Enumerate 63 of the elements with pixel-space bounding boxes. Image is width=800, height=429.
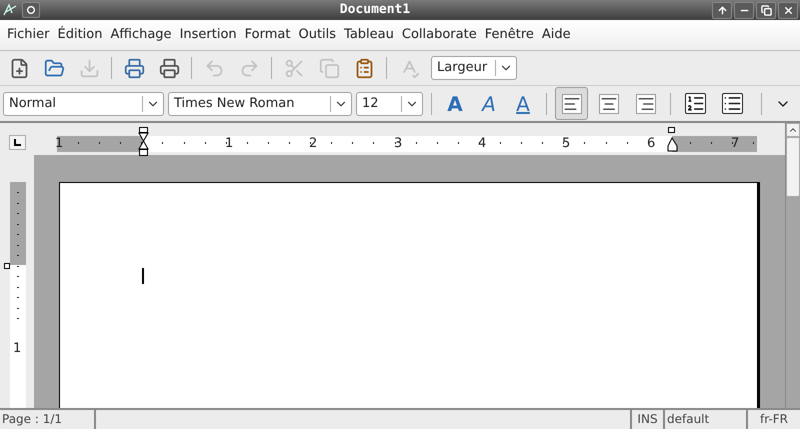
menu-item[interactable]: Affichage [106, 25, 176, 45]
undo-icon [204, 58, 224, 78]
align-center-icon [598, 94, 618, 114]
align-left-button[interactable] [555, 87, 588, 120]
underline-button[interactable]: A [508, 88, 538, 118]
ruler-number: 2 [309, 135, 318, 153]
left-indent-marker[interactable] [138, 127, 149, 156]
ruler-number: 1 [13, 340, 22, 358]
scrollbar-thumb[interactable] [786, 137, 800, 197]
menu-item[interactable]: Format [240, 25, 294, 45]
paragraph-style-dropdown[interactable]: Normal [3, 92, 164, 116]
tab-stop-icon [14, 139, 22, 146]
close-button[interactable] [778, 2, 798, 18]
scroll-up-button[interactable] [786, 123, 800, 137]
ruler-number: 7 [731, 135, 740, 153]
ruler-number: 5 [562, 135, 570, 153]
window-menu-button[interactable] [22, 2, 40, 18]
font-name-dropdown[interactable]: Times New Roman [168, 92, 352, 116]
language[interactable]: fr-FR [748, 410, 800, 429]
tab-stop-button[interactable] [9, 135, 26, 150]
menu-item[interactable]: Outils [294, 25, 340, 45]
printer-icon [158, 58, 180, 78]
ruler-number: 1 [225, 135, 234, 153]
redo-icon [238, 58, 260, 78]
text-cursor [142, 268, 144, 284]
menu-item[interactable]: Insertion [176, 25, 241, 45]
save-icon [78, 58, 100, 78]
numbered-list-icon [685, 93, 706, 114]
insert-mode[interactable]: INS [632, 410, 665, 429]
restore-icon [760, 4, 772, 16]
page-count: Page : 1/1 [0, 410, 96, 429]
italic-button[interactable]: A [474, 88, 504, 118]
keep-above-button[interactable] [712, 2, 732, 18]
menu-item[interactable]: Fichier [3, 25, 54, 45]
minimize-button[interactable] [734, 2, 754, 18]
ruler-number: 3 [394, 135, 402, 153]
new-document-icon [8, 58, 30, 78]
menu-item[interactable]: Aide [538, 25, 575, 45]
arrow-up-icon [716, 4, 728, 16]
window-title: Document1 [338, 1, 412, 20]
menu-item[interactable]: Collaborate [398, 25, 481, 45]
close-icon [782, 4, 794, 16]
zoom-dropdown[interactable]: Largeur [431, 56, 517, 80]
page-style[interactable]: default [665, 410, 748, 429]
menu-item[interactable]: Fenêtre [480, 25, 538, 45]
circle-icon [27, 6, 35, 14]
copy-icon [318, 58, 340, 78]
align-right-icon [636, 94, 656, 114]
align-left-icon [562, 94, 582, 114]
top-margin-marker[interactable] [4, 263, 10, 269]
right-indent-marker[interactable] [667, 127, 678, 152]
restore-button[interactable] [756, 2, 776, 18]
ruler-number: 1 [55, 135, 64, 153]
menu-item[interactable]: Édition [54, 25, 106, 45]
vertical-scrollbar[interactable] [785, 123, 800, 408]
menu-item[interactable]: Tableau [340, 25, 398, 45]
scissors-icon [284, 58, 304, 78]
folder-icon [44, 58, 64, 78]
clipboard-icon [354, 58, 374, 78]
bold-button[interactable]: A [440, 88, 470, 118]
bullet-list-icon [722, 93, 743, 114]
app-logo-icon [2, 3, 18, 17]
font-size-dropdown[interactable]: 12 [356, 92, 423, 116]
